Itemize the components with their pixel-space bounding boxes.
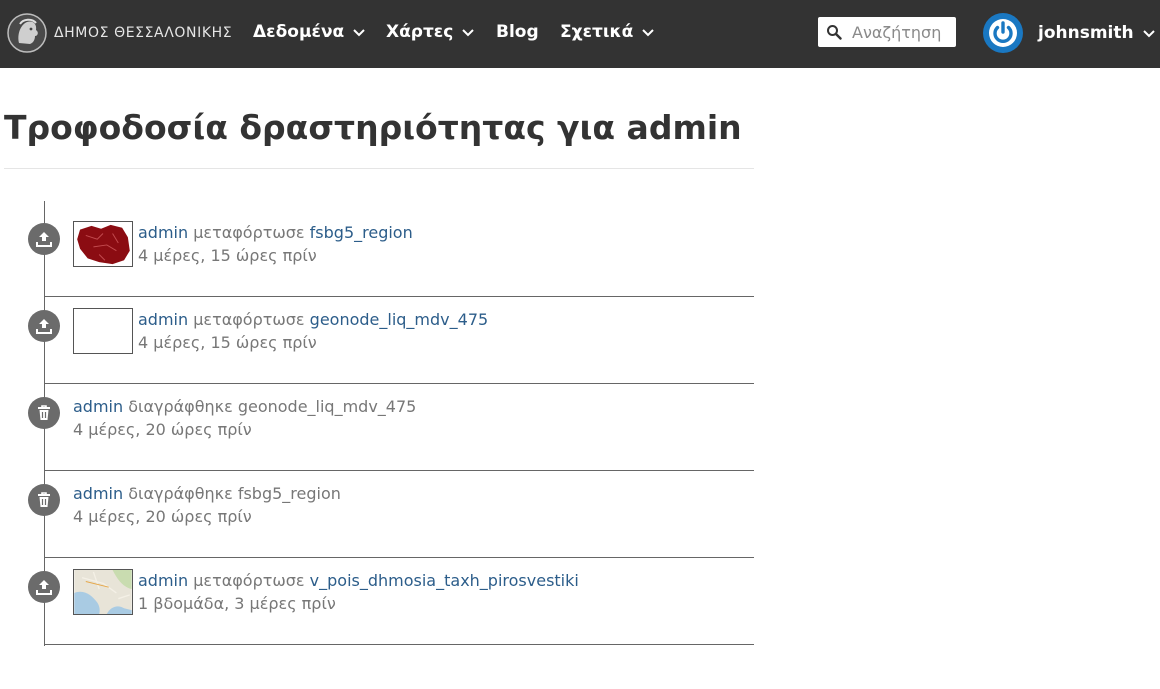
activity-verb: διαγράφθηκε (128, 484, 233, 503)
municipality-logo-icon (7, 13, 47, 53)
activity-entry: admin μεταφόρτωσε fsbg5_region 4 μέρες, … (28, 210, 754, 297)
chevron-down-icon (642, 29, 654, 37)
activity-time: 4 μέρες, 20 ώρες πρίν (73, 507, 252, 526)
activity-time: 4 μέρες, 15 ώρες πρίν (138, 246, 317, 265)
nav-about-label: Σχετικά (560, 22, 634, 42)
chevron-down-icon (1142, 30, 1155, 38)
nav-blog-link[interactable]: Blog (496, 20, 539, 44)
upload-icon (28, 223, 60, 255)
page-title: Τροφοδοσία δραστηριότητας για admin (4, 108, 742, 147)
activity-verb: μεταφόρτωσε (193, 223, 305, 242)
nav-maps-menu[interactable]: Χάρτες (386, 20, 475, 44)
actor-link[interactable]: admin (138, 223, 188, 242)
actor-link[interactable]: admin (73, 484, 123, 503)
layer-thumbnail[interactable] (73, 308, 133, 354)
chevron-down-icon (462, 29, 475, 37)
brand-link[interactable]: ΔΗΜΟΣ ΘΕΣΣΑΛΟΝΙΚΗΣ (6, 10, 232, 56)
actor-link[interactable]: admin (138, 310, 188, 329)
nav-data-menu[interactable]: Δεδομένα (253, 20, 366, 44)
brand-text: ΔΗΜΟΣ ΘΕΣΣΑΛΟΝΙΚΗΣ (54, 25, 233, 41)
activity-entry: admin διαγράφθηκε geonode_liq_mdv_475 4 … (28, 384, 754, 471)
red-region-map-thumbnail (74, 222, 132, 266)
activity-entry: admin μεταφόρτωσε v_pois_dhmosia_taxh_pi… (28, 558, 754, 645)
user-avatar-icon (983, 13, 1023, 53)
layer-name: fsbg5_region (237, 484, 341, 503)
activity-text: admin διαγράφθηκε geonode_liq_mdv_475 4 … (73, 395, 416, 441)
activity-time: 4 μέρες, 15 ώρες πρίν (138, 333, 317, 352)
search-box (818, 17, 956, 47)
nav-data-label: Δεδομένα (253, 22, 345, 42)
activity-text: admin μεταφόρτωσε geonode_liq_mdv_475 4 … (138, 308, 488, 354)
activity-text: admin διαγράφθηκε fsbg5_region 4 μέρες, … (73, 482, 341, 528)
layer-name: geonode_liq_mdv_475 (237, 397, 417, 416)
activity-verb: μεταφόρτωσε (193, 310, 305, 329)
layer-link[interactable]: fsbg5_region (310, 223, 413, 242)
actor-link[interactable]: admin (138, 571, 188, 590)
nav-about-menu[interactable]: Σχετικά (560, 20, 655, 44)
chevron-down-icon (353, 29, 365, 37)
layer-thumbnail[interactable] (73, 221, 133, 267)
upload-icon (28, 310, 60, 342)
trash-icon (28, 484, 60, 516)
trash-icon (28, 397, 60, 429)
activity-entry: admin διαγράφθηκε fsbg5_region 4 μέρες, … (28, 471, 754, 558)
actor-link[interactable]: admin (73, 397, 123, 416)
nav-maps-label: Χάρτες (386, 22, 454, 42)
layer-link[interactable]: geonode_liq_mdv_475 (310, 310, 489, 329)
nav-blog-label: Blog (496, 22, 539, 42)
activity-entry: admin μεταφόρτωσε geonode_liq_mdv_475 4 … (28, 297, 754, 384)
layer-link[interactable]: v_pois_dhmosia_taxh_pirosvestiki (310, 571, 579, 590)
activity-time: 1 βδομάδα, 3 μέρες πρίν (138, 594, 336, 613)
activity-verb: διαγράφθηκε (128, 397, 233, 416)
activity-text: admin μεταφόρτωσε fsbg5_region 4 μέρες, … (138, 221, 413, 267)
title-divider (4, 168, 754, 169)
top-navbar: ΔΗΜΟΣ ΘΕΣΣΑΛΟΝΙΚΗΣ Δεδομένα Χάρτες Blog … (0, 0, 1160, 68)
search-icon[interactable] (826, 24, 842, 40)
activity-verb: μεταφόρτωσε (193, 571, 305, 590)
search-input[interactable] (852, 19, 956, 45)
layer-thumbnail[interactable] (73, 569, 133, 615)
user-menu[interactable]: johnsmith (982, 12, 1156, 54)
upload-icon (28, 571, 60, 603)
coastline-map-thumbnail (74, 570, 132, 614)
activity-text: admin μεταφόρτωσε v_pois_dhmosia_taxh_pi… (138, 569, 579, 615)
user-name: johnsmith (1038, 23, 1134, 43)
activity-time: 4 μέρες, 20 ώρες πρίν (73, 420, 252, 439)
